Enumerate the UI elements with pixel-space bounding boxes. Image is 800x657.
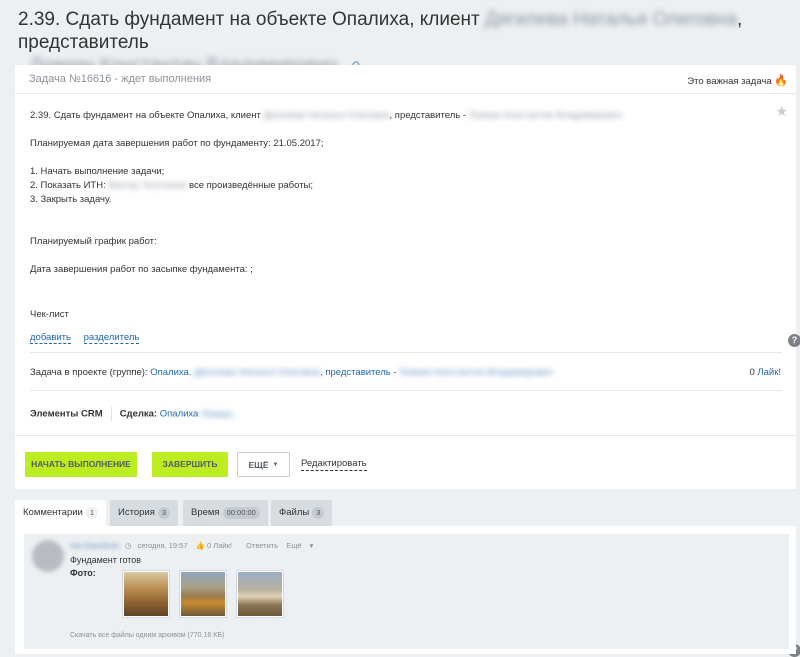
divider	[30, 390, 782, 391]
task-description: 2.39. Сдать фундамент на объекте Опалиха…	[30, 110, 623, 275]
tab-time[interactable]: Время 00:00:00	[183, 500, 268, 526]
photo-thumbnail[interactable]	[236, 570, 284, 618]
checklist-add-link[interactable]: добавить	[30, 332, 71, 344]
tab-history[interactable]: История 3	[110, 500, 179, 526]
help-icon[interactable]: ?	[788, 334, 800, 347]
comment-author[interactable]: Ник Воробьёв	[70, 541, 119, 550]
comment-more[interactable]: Ещё ▾	[286, 541, 313, 550]
checklist-title: Чек-лист	[30, 309, 69, 320]
deal-link[interactable]: Опалиха	[160, 409, 199, 420]
edit-link[interactable]: Редактировать	[301, 458, 367, 471]
finish-button[interactable]: ЗАВЕРШИТЬ	[152, 452, 228, 477]
like-comment[interactable]: 👍 0 Лайк!	[196, 541, 238, 550]
tab-comments[interactable]: Комментарии 1	[15, 500, 107, 526]
action-bar: НАЧАТЬ ВЫПОЛНЕНИЕ ЗАВЕРШИТЬ ЕЩЁ ▼ Редакти…	[15, 435, 796, 489]
project-row: Задача в проекте (группе): Опалиха. Дяги…	[30, 367, 781, 378]
task-card: Задача №16616 - ждет выполнения Это важн…	[15, 65, 796, 489]
task-status: Задача №16616 - ждет выполнения	[29, 73, 212, 85]
checklist: Чек-лист добавить разделитель	[30, 309, 149, 344]
download-archive-link[interactable]: Скачать все файлы одним архивом (770.16 …	[70, 632, 224, 639]
comment-text: Фундамент готов	[70, 555, 142, 565]
more-button[interactable]: ЕЩЁ ▼	[237, 452, 290, 477]
caret-down-icon: ▼	[272, 462, 279, 469]
avatar	[32, 540, 64, 572]
important-flag[interactable]: Это важная задача 🔥	[687, 74, 788, 87]
tab-files[interactable]: Файлы 3	[271, 500, 333, 526]
project-link[interactable]: Опалиха. Дягилева Наталья Олеговна, пред…	[150, 367, 553, 378]
reply-link[interactable]: Ответить	[246, 541, 278, 550]
photo-thumbnail[interactable]	[179, 570, 227, 618]
comment-item: Ник Воробьёв ◷ сегодня, 19:57 👍 0 Лайк! О…	[24, 534, 789, 649]
checklist-separator-link[interactable]: разделитель	[83, 332, 140, 344]
start-button[interactable]: НАЧАТЬ ВЫПОЛНЕНИЕ	[25, 452, 137, 477]
divider	[30, 352, 782, 353]
comments-panel: Ник Воробьёв ◷ сегодня, 19:57 👍 0 Лайк! О…	[15, 526, 796, 654]
crm-row: Элементы CRM Сделка: Опалиха Ложкин	[30, 407, 234, 421]
fire-icon: 🔥	[774, 75, 788, 87]
like-control[interactable]: 0 Лайк!	[749, 367, 781, 378]
clock-icon: ◷	[124, 541, 132, 550]
client-name-blurred: Дягилева Наталья Олеговна	[485, 9, 738, 30]
favorite-star-icon[interactable]: ★	[775, 103, 788, 120]
photo-thumbnail[interactable]	[122, 570, 170, 618]
photo-label: Фото:	[70, 568, 96, 578]
task-card-header: Задача №16616 - ждет выполнения Это важн…	[15, 65, 796, 94]
comment-meta: Ник Воробьёв ◷ сегодня, 19:57 👍 0 Лайк! О…	[70, 541, 314, 550]
